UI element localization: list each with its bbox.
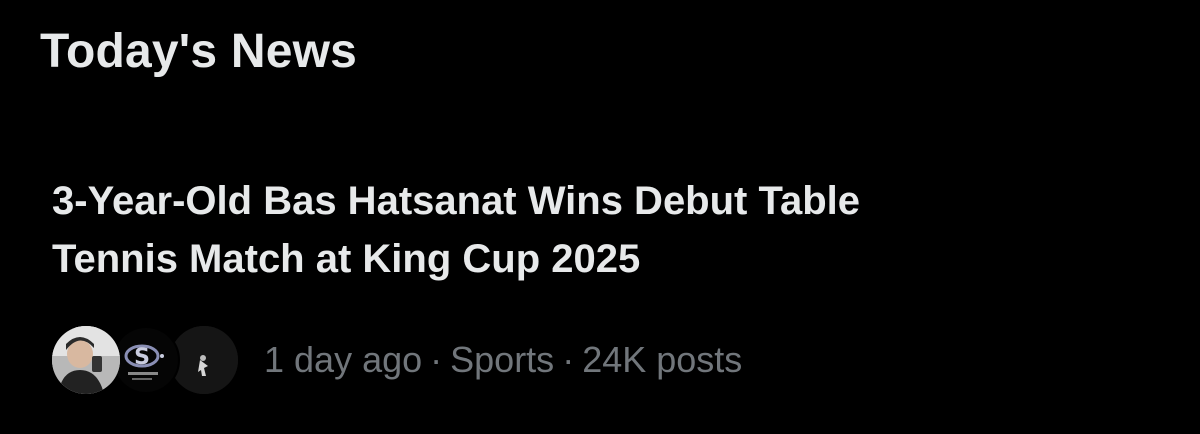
headline-line-1: 3-Year-Old Bas Hatsanat Wins Debut Table — [52, 179, 860, 223]
news-meta-text: 1 day ago · Sports · 24K posts — [264, 339, 742, 381]
news-category: Sports — [450, 339, 555, 380]
meta-separator: · — [562, 339, 575, 380]
avatar-dark-figure — [170, 326, 238, 394]
section-title: Today's News — [40, 25, 358, 78]
news-headline[interactable]: 3-Year-Old Bas Hatsanat Wins Debut Table… — [52, 172, 1132, 288]
headline-line-2: Tennis Match at King Cup 2025 — [52, 237, 641, 281]
news-post-count: 24K posts — [582, 339, 743, 380]
avatar-logo-s: S — [112, 326, 180, 394]
news-card[interactable]: 3-Year-Old Bas Hatsanat Wins Debut Table… — [0, 150, 1200, 410]
meta-separator: · — [430, 339, 443, 380]
avatar-person-photo — [52, 326, 120, 394]
avatar-group: S — [52, 324, 240, 396]
svg-text:S: S — [134, 345, 150, 370]
news-time: 1 day ago — [264, 339, 423, 380]
news-meta-row: S 1 day ago · Sports · 24K posts — [52, 324, 742, 396]
